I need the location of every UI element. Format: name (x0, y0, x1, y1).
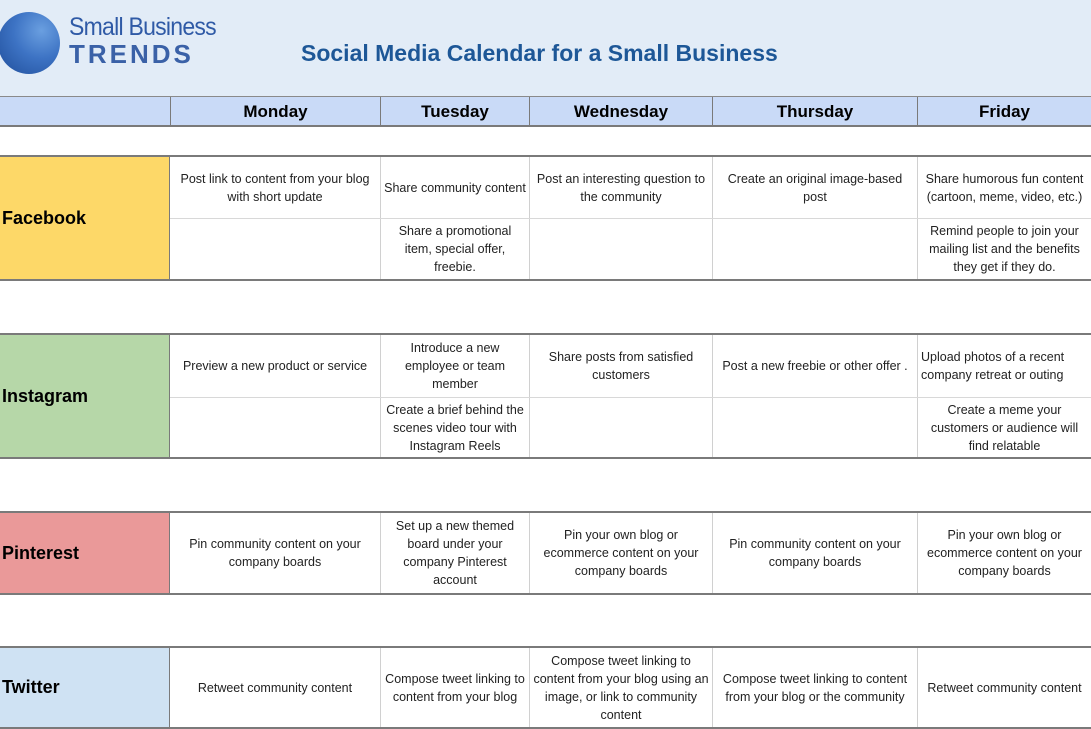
logo-text-small-business: Small Business (69, 13, 217, 41)
calendar-cell-instagram-monday-2[interactable] (170, 398, 380, 457)
calendar-cell-twitter-wednesday[interactable]: Compose tweet linking to content from yo… (529, 648, 712, 727)
platform-label-facebook: Facebook (0, 157, 170, 279)
platform-label-twitter: Twitter (0, 648, 170, 727)
logo-text-trends: TRENDS (69, 39, 194, 69)
calendar-cell-instagram-tuesday-2[interactable]: Create a brief behind the scenes video t… (380, 398, 529, 457)
calendar-cell-pinterest-friday[interactable]: Pin your own blog or ecommerce content o… (917, 513, 1091, 593)
logo-globe-icon (0, 12, 60, 74)
calendar-cell-facebook-monday-1[interactable]: Post link to content from your blog with… (170, 157, 380, 218)
calendar-cell-instagram-monday-1[interactable]: Preview a new product or service (170, 335, 380, 397)
calendar-cell-instagram-friday-1[interactable]: Upload photos of a recent company retrea… (917, 335, 1091, 397)
calendar-cell-facebook-wednesday-2[interactable] (529, 219, 712, 279)
platform-block-instagram: Instagram Preview a new product or servic… (0, 333, 1091, 459)
calendar-cell-facebook-friday-2[interactable]: Remind people to join your mailing list … (917, 219, 1091, 279)
platform-label-instagram: Instagram (0, 335, 170, 457)
header-banner: Small Business TRENDS Social Media Calen… (0, 0, 1091, 96)
header-friday: Friday (917, 97, 1091, 126)
calendar-cell-facebook-monday-2[interactable] (170, 219, 380, 279)
calendar-cell-facebook-thursday-2[interactable] (712, 219, 917, 279)
divider (0, 593, 1091, 595)
divider (0, 457, 1091, 459)
calendar-cell-pinterest-tuesday[interactable]: Set up a new themed board under your com… (380, 513, 529, 593)
calendar-cell-twitter-friday[interactable]: Retweet community content (917, 648, 1091, 727)
calendar-cell-instagram-tuesday-1[interactable]: Introduce a new employee or team member (380, 335, 529, 397)
platform-label-pinterest: Pinterest (0, 513, 170, 593)
header-monday: Monday (170, 97, 380, 126)
platform-block-pinterest: Pinterest Pin community content on your c… (0, 511, 1091, 595)
calendar-cell-twitter-tuesday[interactable]: Compose tweet linking to content from yo… (380, 648, 529, 727)
calendar-cell-facebook-tuesday-2[interactable]: Share a promotional item, special offer,… (380, 219, 529, 279)
calendar-cell-facebook-tuesday-1[interactable]: Share community content (380, 157, 529, 218)
calendar-cell-facebook-thursday-1[interactable]: Create an original image-based post (712, 157, 917, 218)
divider (0, 279, 1091, 281)
calendar-cell-instagram-wednesday-2[interactable] (529, 398, 712, 457)
calendar-cell-instagram-friday-2[interactable]: Create a meme your customers or audience… (917, 398, 1091, 457)
page-title: Social Media Calendar for a Small Busine… (301, 40, 778, 66)
calendar-cell-pinterest-wednesday[interactable]: Pin your own blog or ecommerce content o… (529, 513, 712, 593)
calendar-cell-instagram-wednesday-1[interactable]: Share posts from satisfied customers (529, 335, 712, 397)
header-tuesday: Tuesday (380, 97, 529, 126)
calendar-cell-pinterest-thursday[interactable]: Pin community content on your company bo… (712, 513, 917, 593)
calendar-cell-instagram-thursday-2[interactable] (712, 398, 917, 457)
header-thursday: Thursday (712, 97, 917, 126)
calendar-cell-facebook-friday-1[interactable]: Share humorous fun content (cartoon, mem… (917, 157, 1091, 218)
header-corner-cell (0, 97, 170, 126)
calendar-cell-twitter-thursday[interactable]: Compose tweet linking to content from yo… (712, 648, 917, 727)
calendar-cell-twitter-monday[interactable]: Retweet community content (170, 648, 380, 727)
platform-block-facebook: Facebook Post link to content from your b… (0, 155, 1091, 281)
calendar-cell-pinterest-monday[interactable]: Pin community content on your company bo… (170, 513, 380, 593)
calendar-cell-instagram-thursday-1[interactable]: Post a new freebie or other offer . (712, 335, 917, 397)
header-wednesday: Wednesday (529, 97, 712, 126)
calendar-cell-facebook-wednesday-1[interactable]: Post an interesting question to the comm… (529, 157, 712, 218)
day-header-row: Monday Tuesday Wednesday Thursday Friday (0, 96, 1091, 127)
platform-block-twitter: Twitter Retweet community content Compose … (0, 646, 1091, 729)
